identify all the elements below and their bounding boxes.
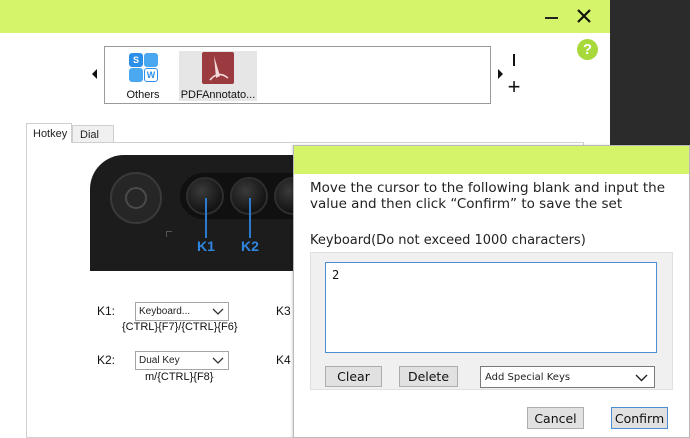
title-bar [0, 0, 610, 33]
add-special-keys-select[interactable]: Add Special Keys [480, 366, 655, 388]
device-key-label: K1 [197, 238, 215, 254]
app-item-label: Others [126, 89, 160, 101]
k1-value: {CTRL}{F7}/{CTRL}{F6} [122, 321, 238, 333]
keyboard-input-field[interactable]: 2 [325, 262, 657, 353]
confirm-button[interactable]: Confirm [611, 407, 668, 429]
key-name-k1: K1: [97, 304, 116, 318]
k1-mode-select[interactable]: Keyboard... [135, 302, 229, 321]
key-name-k2: K2: [97, 353, 116, 367]
cancel-button[interactable]: Cancel [527, 407, 584, 429]
app-item-others[interactable]: S W Others [121, 51, 165, 101]
application-list: S W Others PDFAnnotato... [104, 46, 491, 104]
tab-hotkey[interactable]: Hotkey [26, 123, 72, 143]
chevron-down-icon [635, 374, 648, 382]
dialog-title-bar [294, 146, 689, 174]
app-item-pdfannotator[interactable]: PDFAnnotato... [179, 51, 257, 101]
keyboard-input-dialog: Move the cursor to the following blank a… [293, 145, 690, 438]
dialog-instruction: Move the cursor to the following blank a… [310, 180, 665, 212]
device-key-label: K2 [241, 238, 259, 254]
keyboard-field-label: Keyboard(Do not exceed 1000 characters) [310, 233, 586, 248]
key-name-k4: K4 [276, 353, 291, 367]
close-icon [577, 9, 591, 23]
k2-value: m/{CTRL}{F8} [145, 371, 214, 383]
add-app-button[interactable]: + [503, 76, 525, 100]
tab-dial[interactable]: Dial [72, 125, 114, 143]
pdf-annotator-icon [202, 52, 234, 84]
delete-button[interactable]: Delete [399, 366, 458, 387]
app-item-label: PDFAnnotato... [180, 89, 256, 101]
key-name-k3: K3 [276, 304, 291, 318]
chevron-down-icon [212, 308, 224, 315]
chevron-down-icon [212, 357, 224, 364]
minus-icon [513, 54, 515, 66]
apps-scroll-left-arrow[interactable] [92, 69, 97, 79]
remove-app-button[interactable] [503, 48, 525, 72]
others-app-icon: S W [127, 52, 159, 84]
minimize-icon [544, 17, 558, 19]
device-dial [110, 172, 162, 224]
minimize-button[interactable] [540, 5, 562, 27]
clear-button[interactable]: Clear [325, 366, 382, 387]
close-button[interactable] [573, 5, 595, 27]
k2-mode-select[interactable]: Dual Key [135, 351, 229, 370]
help-icon[interactable]: ? [577, 39, 598, 60]
